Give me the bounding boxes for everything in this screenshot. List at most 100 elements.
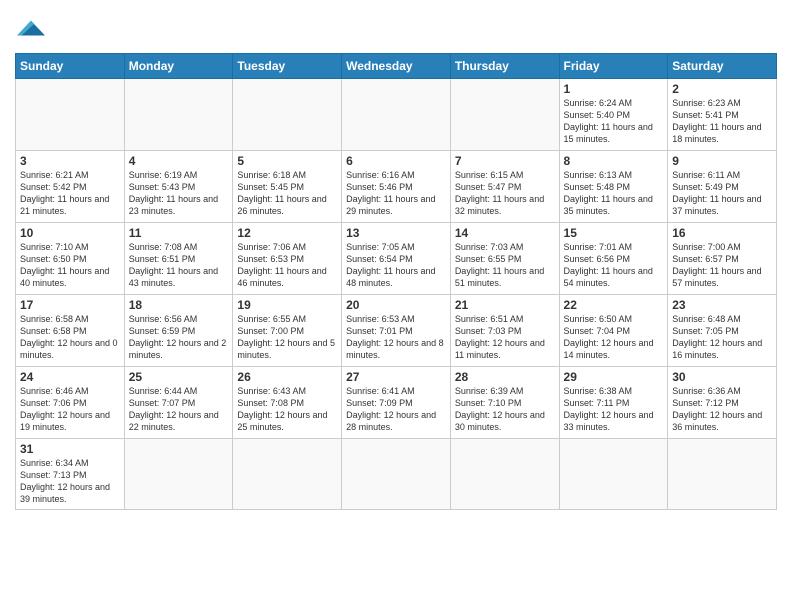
day-cell: 22Sunrise: 6:50 AM Sunset: 7:04 PM Dayli…: [559, 295, 668, 367]
week-row-2: 3Sunrise: 6:21 AM Sunset: 5:42 PM Daylig…: [16, 151, 777, 223]
day-cell: [450, 79, 559, 151]
day-info: Sunrise: 6:53 AM Sunset: 7:01 PM Dayligh…: [346, 313, 446, 362]
day-number: 23: [672, 298, 772, 312]
weekday-thursday: Thursday: [450, 54, 559, 79]
day-number: 4: [129, 154, 229, 168]
day-info: Sunrise: 7:08 AM Sunset: 6:51 PM Dayligh…: [129, 241, 229, 290]
day-info: Sunrise: 6:18 AM Sunset: 5:45 PM Dayligh…: [237, 169, 337, 218]
day-cell: 19Sunrise: 6:55 AM Sunset: 7:00 PM Dayli…: [233, 295, 342, 367]
day-number: 5: [237, 154, 337, 168]
day-cell: 8Sunrise: 6:13 AM Sunset: 5:48 PM Daylig…: [559, 151, 668, 223]
day-number: 27: [346, 370, 446, 384]
day-cell: 20Sunrise: 6:53 AM Sunset: 7:01 PM Dayli…: [342, 295, 451, 367]
day-info: Sunrise: 6:24 AM Sunset: 5:40 PM Dayligh…: [564, 97, 664, 146]
day-cell: 12Sunrise: 7:06 AM Sunset: 6:53 PM Dayli…: [233, 223, 342, 295]
weekday-sunday: Sunday: [16, 54, 125, 79]
week-row-1: 1Sunrise: 6:24 AM Sunset: 5:40 PM Daylig…: [16, 79, 777, 151]
day-info: Sunrise: 6:44 AM Sunset: 7:07 PM Dayligh…: [129, 385, 229, 434]
day-cell: 1Sunrise: 6:24 AM Sunset: 5:40 PM Daylig…: [559, 79, 668, 151]
day-info: Sunrise: 6:23 AM Sunset: 5:41 PM Dayligh…: [672, 97, 772, 146]
day-number: 8: [564, 154, 664, 168]
day-info: Sunrise: 6:48 AM Sunset: 7:05 PM Dayligh…: [672, 313, 772, 362]
day-cell: 5Sunrise: 6:18 AM Sunset: 5:45 PM Daylig…: [233, 151, 342, 223]
day-number: 20: [346, 298, 446, 312]
day-info: Sunrise: 6:34 AM Sunset: 7:13 PM Dayligh…: [20, 457, 120, 506]
day-cell: 13Sunrise: 7:05 AM Sunset: 6:54 PM Dayli…: [342, 223, 451, 295]
day-info: Sunrise: 6:36 AM Sunset: 7:12 PM Dayligh…: [672, 385, 772, 434]
logo-icon: [17, 14, 45, 42]
day-number: 26: [237, 370, 337, 384]
day-info: Sunrise: 6:43 AM Sunset: 7:08 PM Dayligh…: [237, 385, 337, 434]
weekday-saturday: Saturday: [668, 54, 777, 79]
day-info: Sunrise: 6:21 AM Sunset: 5:42 PM Dayligh…: [20, 169, 120, 218]
week-row-5: 24Sunrise: 6:46 AM Sunset: 7:06 PM Dayli…: [16, 367, 777, 439]
day-number: 17: [20, 298, 120, 312]
day-number: 11: [129, 226, 229, 240]
day-cell: 3Sunrise: 6:21 AM Sunset: 5:42 PM Daylig…: [16, 151, 125, 223]
day-info: Sunrise: 6:56 AM Sunset: 6:59 PM Dayligh…: [129, 313, 229, 362]
page: SundayMondayTuesdayWednesdayThursdayFrid…: [0, 0, 792, 612]
day-number: 28: [455, 370, 555, 384]
day-cell: 25Sunrise: 6:44 AM Sunset: 7:07 PM Dayli…: [124, 367, 233, 439]
day-info: Sunrise: 7:01 AM Sunset: 6:56 PM Dayligh…: [564, 241, 664, 290]
weekday-wednesday: Wednesday: [342, 54, 451, 79]
day-info: Sunrise: 6:55 AM Sunset: 7:00 PM Dayligh…: [237, 313, 337, 362]
day-cell: 2Sunrise: 6:23 AM Sunset: 5:41 PM Daylig…: [668, 79, 777, 151]
day-cell: 30Sunrise: 6:36 AM Sunset: 7:12 PM Dayli…: [668, 367, 777, 439]
day-cell: [124, 79, 233, 151]
day-number: 2: [672, 82, 772, 96]
day-number: 10: [20, 226, 120, 240]
header: [15, 10, 777, 47]
day-info: Sunrise: 6:16 AM Sunset: 5:46 PM Dayligh…: [346, 169, 446, 218]
day-number: 18: [129, 298, 229, 312]
logo: [15, 14, 45, 47]
day-cell: 23Sunrise: 6:48 AM Sunset: 7:05 PM Dayli…: [668, 295, 777, 367]
day-cell: 10Sunrise: 7:10 AM Sunset: 6:50 PM Dayli…: [16, 223, 125, 295]
calendar-table: SundayMondayTuesdayWednesdayThursdayFrid…: [15, 53, 777, 510]
day-number: 21: [455, 298, 555, 312]
day-number: 3: [20, 154, 120, 168]
day-cell: 28Sunrise: 6:39 AM Sunset: 7:10 PM Dayli…: [450, 367, 559, 439]
day-info: Sunrise: 6:38 AM Sunset: 7:11 PM Dayligh…: [564, 385, 664, 434]
day-number: 30: [672, 370, 772, 384]
day-cell: 15Sunrise: 7:01 AM Sunset: 6:56 PM Dayli…: [559, 223, 668, 295]
day-info: Sunrise: 7:10 AM Sunset: 6:50 PM Dayligh…: [20, 241, 120, 290]
day-number: 12: [237, 226, 337, 240]
day-cell: 27Sunrise: 6:41 AM Sunset: 7:09 PM Dayli…: [342, 367, 451, 439]
day-cell: [668, 439, 777, 510]
day-info: Sunrise: 6:39 AM Sunset: 7:10 PM Dayligh…: [455, 385, 555, 434]
day-number: 16: [672, 226, 772, 240]
day-number: 13: [346, 226, 446, 240]
week-row-3: 10Sunrise: 7:10 AM Sunset: 6:50 PM Dayli…: [16, 223, 777, 295]
day-cell: 21Sunrise: 6:51 AM Sunset: 7:03 PM Dayli…: [450, 295, 559, 367]
weekday-header-row: SundayMondayTuesdayWednesdayThursdayFrid…: [16, 54, 777, 79]
day-cell: 4Sunrise: 6:19 AM Sunset: 5:43 PM Daylig…: [124, 151, 233, 223]
day-cell: [450, 439, 559, 510]
day-cell: [342, 439, 451, 510]
day-cell: 17Sunrise: 6:58 AM Sunset: 6:58 PM Dayli…: [16, 295, 125, 367]
day-number: 22: [564, 298, 664, 312]
day-info: Sunrise: 6:15 AM Sunset: 5:47 PM Dayligh…: [455, 169, 555, 218]
day-cell: 29Sunrise: 6:38 AM Sunset: 7:11 PM Dayli…: [559, 367, 668, 439]
weekday-tuesday: Tuesday: [233, 54, 342, 79]
day-cell: [16, 79, 125, 151]
day-number: 19: [237, 298, 337, 312]
day-cell: [342, 79, 451, 151]
day-cell: 9Sunrise: 6:11 AM Sunset: 5:49 PM Daylig…: [668, 151, 777, 223]
day-cell: [124, 439, 233, 510]
day-number: 14: [455, 226, 555, 240]
day-info: Sunrise: 6:46 AM Sunset: 7:06 PM Dayligh…: [20, 385, 120, 434]
day-info: Sunrise: 7:00 AM Sunset: 6:57 PM Dayligh…: [672, 241, 772, 290]
day-cell: 14Sunrise: 7:03 AM Sunset: 6:55 PM Dayli…: [450, 223, 559, 295]
day-number: 15: [564, 226, 664, 240]
weekday-monday: Monday: [124, 54, 233, 79]
day-cell: 31Sunrise: 6:34 AM Sunset: 7:13 PM Dayli…: [16, 439, 125, 510]
day-cell: 7Sunrise: 6:15 AM Sunset: 5:47 PM Daylig…: [450, 151, 559, 223]
day-number: 9: [672, 154, 772, 168]
day-info: Sunrise: 6:58 AM Sunset: 6:58 PM Dayligh…: [20, 313, 120, 362]
day-cell: 11Sunrise: 7:08 AM Sunset: 6:51 PM Dayli…: [124, 223, 233, 295]
day-number: 25: [129, 370, 229, 384]
day-cell: 16Sunrise: 7:00 AM Sunset: 6:57 PM Dayli…: [668, 223, 777, 295]
day-cell: 26Sunrise: 6:43 AM Sunset: 7:08 PM Dayli…: [233, 367, 342, 439]
week-row-4: 17Sunrise: 6:58 AM Sunset: 6:58 PM Dayli…: [16, 295, 777, 367]
